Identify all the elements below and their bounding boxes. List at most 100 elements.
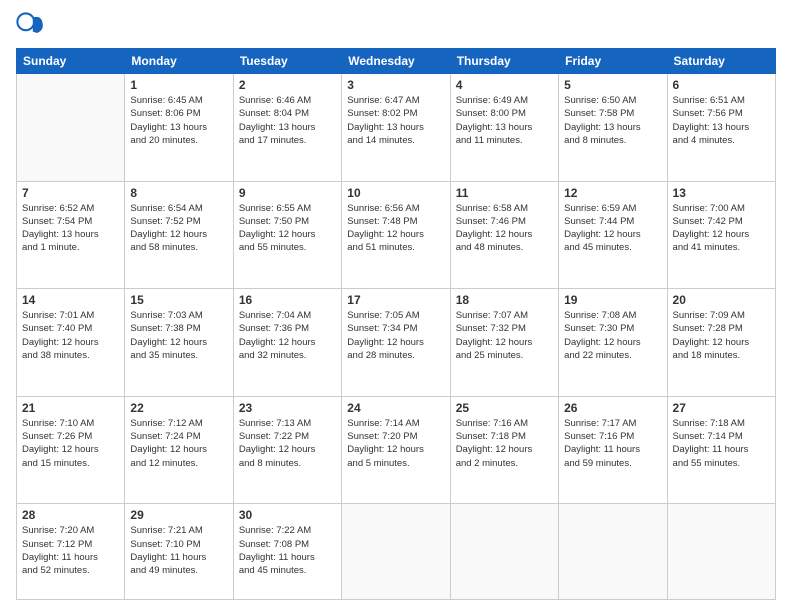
calendar-cell: 21Sunrise: 7:10 AMSunset: 7:26 PMDayligh…	[17, 396, 125, 504]
calendar-cell: 27 Sunrise: 7:18 AMSunset: 7:14 PMDayligh…	[667, 396, 775, 504]
weekday-header-tuesday: Tuesday	[233, 49, 341, 74]
day-number: 30	[239, 508, 336, 522]
calendar-cell: 18 Sunrise: 7:07 AMSunset: 7:32 PMDayligh…	[450, 289, 558, 397]
day-number: 23	[239, 401, 336, 415]
day-info: Sunrise: 7:13 AMSunset: 7:22 PMDaylight:…	[239, 417, 336, 470]
calendar-cell: 12 Sunrise: 6:59 AMSunset: 7:44 PMDayligh…	[559, 181, 667, 289]
calendar-cell: 24 Sunrise: 7:14 AMSunset: 7:20 PMDayligh…	[342, 396, 450, 504]
day-info: Sunrise: 7:00 AMSunset: 7:42 PMDaylight:…	[673, 202, 770, 255]
day-number: 4	[456, 78, 553, 92]
day-info: Sunrise: 7:22 AMSunset: 7:08 PMDaylight:…	[239, 524, 336, 577]
day-info: Sunrise: 6:49 AMSunset: 8:00 PMDaylight:…	[456, 94, 553, 147]
day-info: Sunrise: 7:16 AMSunset: 7:18 PMDaylight:…	[456, 417, 553, 470]
day-info: Sunrise: 7:20 AMSunset: 7:12 PMDaylight:…	[22, 524, 119, 577]
day-number: 29	[130, 508, 227, 522]
calendar-cell	[559, 504, 667, 600]
weekday-header-sunday: Sunday	[17, 49, 125, 74]
calendar-cell: 4 Sunrise: 6:49 AMSunset: 8:00 PMDaylight…	[450, 74, 558, 182]
calendar-cell: 20 Sunrise: 7:09 AMSunset: 7:28 PMDayligh…	[667, 289, 775, 397]
page: SundayMondayTuesdayWednesdayThursdayFrid…	[0, 0, 792, 612]
calendar-cell: 16 Sunrise: 7:04 AMSunset: 7:36 PMDayligh…	[233, 289, 341, 397]
calendar-cell: 10Sunrise: 6:56 AMSunset: 7:48 PMDayligh…	[342, 181, 450, 289]
day-info: Sunrise: 6:46 AMSunset: 8:04 PMDaylight:…	[239, 94, 336, 147]
day-number: 28	[22, 508, 119, 522]
day-number: 25	[456, 401, 553, 415]
day-number: 26	[564, 401, 661, 415]
day-info: Sunrise: 7:18 AMSunset: 7:14 PMDaylight:…	[673, 417, 770, 470]
day-number: 8	[130, 186, 227, 200]
calendar-cell: 29 Sunrise: 7:21 AMSunset: 7:10 PMDayligh…	[125, 504, 233, 600]
day-number: 18	[456, 293, 553, 307]
calendar-cell: 14 Sunrise: 7:01 AMSunset: 7:40 PMDayligh…	[17, 289, 125, 397]
calendar-cell	[17, 74, 125, 182]
calendar-cell: 26 Sunrise: 7:17 AMSunset: 7:16 PMDayligh…	[559, 396, 667, 504]
day-number: 2	[239, 78, 336, 92]
calendar-table: SundayMondayTuesdayWednesdayThursdayFrid…	[16, 48, 776, 600]
day-number: 12	[564, 186, 661, 200]
week-row-3: 14 Sunrise: 7:01 AMSunset: 7:40 PMDayligh…	[17, 289, 776, 397]
day-info: Sunrise: 7:04 AMSunset: 7:36 PMDaylight:…	[239, 309, 336, 362]
logo	[16, 12, 48, 40]
calendar-cell	[450, 504, 558, 600]
calendar-cell: 28 Sunrise: 7:20 AMSunset: 7:12 PMDayligh…	[17, 504, 125, 600]
day-info: Sunrise: 6:47 AMSunset: 8:02 PMDaylight:…	[347, 94, 444, 147]
day-info: Sunrise: 6:59 AMSunset: 7:44 PMDaylight:…	[564, 202, 661, 255]
day-number: 3	[347, 78, 444, 92]
weekday-header-monday: Monday	[125, 49, 233, 74]
day-number: 19	[564, 293, 661, 307]
week-row-2: 7Sunrise: 6:52 AMSunset: 7:54 PMDaylight…	[17, 181, 776, 289]
weekday-header-friday: Friday	[559, 49, 667, 74]
day-info: Sunrise: 7:17 AMSunset: 7:16 PMDaylight:…	[564, 417, 661, 470]
day-number: 14	[22, 293, 119, 307]
weekday-header-row: SundayMondayTuesdayWednesdayThursdayFrid…	[17, 49, 776, 74]
calendar-cell: 3 Sunrise: 6:47 AMSunset: 8:02 PMDaylight…	[342, 74, 450, 182]
day-number: 13	[673, 186, 770, 200]
day-info: Sunrise: 7:09 AMSunset: 7:28 PMDaylight:…	[673, 309, 770, 362]
calendar-cell: 1Sunrise: 6:45 AMSunset: 8:06 PMDaylight…	[125, 74, 233, 182]
calendar-cell	[342, 504, 450, 600]
weekday-header-saturday: Saturday	[667, 49, 775, 74]
day-number: 9	[239, 186, 336, 200]
day-number: 6	[673, 78, 770, 92]
week-row-5: 28 Sunrise: 7:20 AMSunset: 7:12 PMDayligh…	[17, 504, 776, 600]
day-info: Sunrise: 7:21 AMSunset: 7:10 PMDaylight:…	[130, 524, 227, 577]
calendar-cell: 23 Sunrise: 7:13 AMSunset: 7:22 PMDayligh…	[233, 396, 341, 504]
day-info: Sunrise: 7:08 AMSunset: 7:30 PMDaylight:…	[564, 309, 661, 362]
week-row-1: 1Sunrise: 6:45 AMSunset: 8:06 PMDaylight…	[17, 74, 776, 182]
calendar-cell: 30 Sunrise: 7:22 AMSunset: 7:08 PMDayligh…	[233, 504, 341, 600]
week-row-4: 21Sunrise: 7:10 AMSunset: 7:26 PMDayligh…	[17, 396, 776, 504]
day-info: Sunrise: 7:07 AMSunset: 7:32 PMDaylight:…	[456, 309, 553, 362]
day-info: Sunrise: 7:05 AMSunset: 7:34 PMDaylight:…	[347, 309, 444, 362]
calendar-cell: 19 Sunrise: 7:08 AMSunset: 7:30 PMDayligh…	[559, 289, 667, 397]
day-info: Sunrise: 6:50 AMSunset: 7:58 PMDaylight:…	[564, 94, 661, 147]
calendar-cell: 9Sunrise: 6:55 AMSunset: 7:50 PMDaylight…	[233, 181, 341, 289]
weekday-header-thursday: Thursday	[450, 49, 558, 74]
day-number: 22	[130, 401, 227, 415]
day-number: 5	[564, 78, 661, 92]
day-info: Sunrise: 7:14 AMSunset: 7:20 PMDaylight:…	[347, 417, 444, 470]
calendar-cell: 15 Sunrise: 7:03 AMSunset: 7:38 PMDayligh…	[125, 289, 233, 397]
day-number: 11	[456, 186, 553, 200]
day-number: 10	[347, 186, 444, 200]
calendar-cell: 6 Sunrise: 6:51 AMSunset: 7:56 PMDaylight…	[667, 74, 775, 182]
calendar-cell	[667, 504, 775, 600]
logo-icon	[16, 12, 44, 40]
day-info: Sunrise: 7:12 AMSunset: 7:24 PMDaylight:…	[130, 417, 227, 470]
day-info: Sunrise: 7:03 AMSunset: 7:38 PMDaylight:…	[130, 309, 227, 362]
day-number: 27	[673, 401, 770, 415]
calendar-cell: 13 Sunrise: 7:00 AMSunset: 7:42 PMDayligh…	[667, 181, 775, 289]
calendar-cell: 11Sunrise: 6:58 AMSunset: 7:46 PMDayligh…	[450, 181, 558, 289]
day-number: 16	[239, 293, 336, 307]
day-info: Sunrise: 6:51 AMSunset: 7:56 PMDaylight:…	[673, 94, 770, 147]
day-number: 17	[347, 293, 444, 307]
calendar-cell: 25 Sunrise: 7:16 AMSunset: 7:18 PMDayligh…	[450, 396, 558, 504]
day-number: 20	[673, 293, 770, 307]
day-info: Sunrise: 7:01 AMSunset: 7:40 PMDaylight:…	[22, 309, 119, 362]
day-number: 1	[130, 78, 227, 92]
calendar-cell: 22 Sunrise: 7:12 AMSunset: 7:24 PMDayligh…	[125, 396, 233, 504]
calendar-cell: 2 Sunrise: 6:46 AMSunset: 8:04 PMDaylight…	[233, 74, 341, 182]
day-number: 15	[130, 293, 227, 307]
day-info: Sunrise: 6:52 AMSunset: 7:54 PMDaylight:…	[22, 202, 119, 255]
calendar-cell: 5 Sunrise: 6:50 AMSunset: 7:58 PMDaylight…	[559, 74, 667, 182]
day-number: 24	[347, 401, 444, 415]
